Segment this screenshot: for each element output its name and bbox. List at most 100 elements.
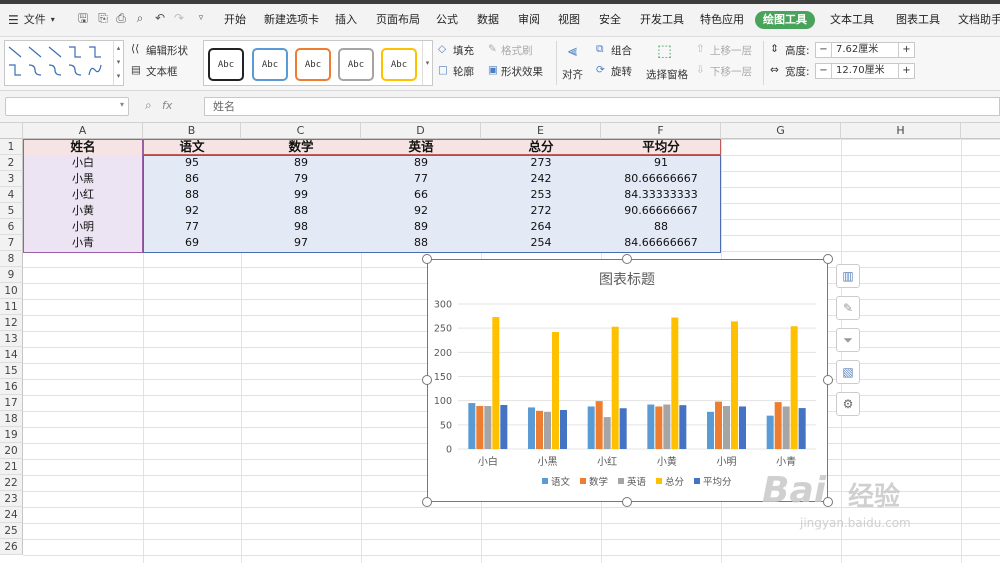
table-cell[interactable]: 242	[481, 171, 601, 187]
row-header[interactable]: 10	[0, 283, 23, 299]
table-cell[interactable]: 264	[481, 219, 601, 235]
tab-security[interactable]: 安全	[599, 11, 621, 29]
height-spinner[interactable]: − 7.62厘米 +	[815, 42, 915, 58]
column-header-b[interactable]: B	[143, 123, 241, 139]
table-cell[interactable]: 77	[143, 219, 241, 235]
row-header[interactable]: 11	[0, 299, 23, 315]
tab-data[interactable]: 数据	[477, 11, 499, 29]
table-cell[interactable]: 89	[361, 155, 481, 171]
table-cell[interactable]: 91	[601, 155, 721, 171]
header-cell[interactable]: 数学	[241, 139, 361, 155]
chart-type-icon[interactable]: ▧	[836, 360, 860, 384]
edit-shape-button[interactable]: 编辑形状	[146, 43, 188, 58]
row-header[interactable]: 23	[0, 491, 23, 507]
name-box[interactable]: ▾	[5, 97, 129, 116]
tab-text-tools[interactable]: 文本工具	[830, 11, 874, 29]
row-header[interactable]: 24	[0, 507, 23, 523]
column-header-d[interactable]: D	[361, 123, 481, 139]
table-cell[interactable]: 小青	[23, 235, 143, 251]
row-header[interactable]: 8	[0, 251, 23, 267]
style-option-2[interactable]: Abc	[252, 48, 288, 81]
print-preview-icon[interactable]: ⌕	[133, 11, 147, 25]
style-gallery-more[interactable]: ▾	[422, 41, 432, 85]
table-cell[interactable]: 92	[143, 203, 241, 219]
row-header[interactable]: 13	[0, 331, 23, 347]
table-cell[interactable]: 小红	[23, 187, 143, 203]
row-header[interactable]: 12	[0, 315, 23, 331]
table-cell[interactable]: 88	[601, 219, 721, 235]
chart-object[interactable]: 图表标题 0 50 100 150 200 250 300 小白 小黑 小红 小黄 小明 小青 语文 数学 英语…	[427, 259, 828, 502]
height-increase-button[interactable]: +	[898, 43, 914, 57]
tab-drawing-tools[interactable]: 绘图工具	[755, 11, 815, 29]
redo-icon[interactable]: ↷	[172, 11, 186, 25]
row-header[interactable]: 7	[0, 235, 23, 251]
row-header[interactable]: 26	[0, 539, 23, 555]
table-cell[interactable]: 小黑	[23, 171, 143, 187]
width-value[interactable]: 12.70厘米	[832, 64, 898, 78]
header-cell[interactable]: 平均分	[601, 139, 721, 155]
shape-effect-button[interactable]: 形状效果	[501, 64, 543, 79]
row-header[interactable]: 6	[0, 219, 23, 235]
row-header[interactable]: 14	[0, 347, 23, 363]
style-option-1[interactable]: Abc	[208, 48, 244, 81]
print-icon[interactable]: ⎙	[114, 11, 128, 25]
width-spinner[interactable]: − 12.70厘米 +	[815, 63, 915, 79]
table-cell[interactable]: 95	[143, 155, 241, 171]
row-header[interactable]: 25	[0, 523, 23, 539]
table-cell[interactable]: 99	[241, 187, 361, 203]
table-cell[interactable]: 79	[241, 171, 361, 187]
formula-input[interactable]: 姓名	[204, 97, 1000, 116]
table-cell[interactable]: 66	[361, 187, 481, 203]
resize-handle-bottom-left[interactable]	[422, 497, 432, 507]
column-header-e[interactable]: E	[481, 123, 601, 139]
resize-handle-top-left[interactable]	[422, 254, 432, 264]
chart-settings-gear-icon[interactable]: ⚙	[836, 392, 860, 416]
export-icon[interactable]: ⎘	[96, 11, 110, 25]
tab-doc-assistant[interactable]: 文档助手	[958, 11, 1000, 29]
row-header[interactable]: 18	[0, 411, 23, 427]
chart-elements-icon[interactable]: ▥	[836, 264, 860, 288]
row-header[interactable]: 19	[0, 427, 23, 443]
table-cell[interactable]: 97	[241, 235, 361, 251]
table-cell[interactable]: 小明	[23, 219, 143, 235]
row-header[interactable]: 20	[0, 443, 23, 459]
row-header[interactable]: 15	[0, 363, 23, 379]
chart-filter-icon[interactable]: ⏷	[836, 328, 860, 352]
height-value[interactable]: 7.62厘米	[832, 43, 898, 57]
customize-icon[interactable]: ▿	[194, 11, 208, 25]
height-decrease-button[interactable]: −	[816, 43, 832, 57]
column-header-g[interactable]: G	[721, 123, 841, 139]
rotate-button[interactable]: 旋转	[611, 64, 632, 79]
style-option-4[interactable]: Abc	[338, 48, 374, 81]
resize-handle-top[interactable]	[622, 254, 632, 264]
send-backward-button[interactable]: 下移一层	[710, 64, 752, 79]
table-cell[interactable]: 88	[143, 187, 241, 203]
chart-style-brush-icon[interactable]: ✎	[836, 296, 860, 320]
table-cell[interactable]: 89	[241, 155, 361, 171]
fill-button[interactable]: 填充	[453, 43, 474, 58]
shape-gallery[interactable]: ▴ ▾ ▾	[4, 40, 124, 86]
column-header-c[interactable]: C	[241, 123, 361, 139]
table-cell[interactable]: 84.33333333	[601, 187, 721, 203]
row-header[interactable]: 2	[0, 155, 23, 171]
table-cell[interactable]: 86	[143, 171, 241, 187]
width-decrease-button[interactable]: −	[816, 64, 832, 78]
undo-icon[interactable]: ↶	[153, 11, 167, 25]
resize-handle-top-right[interactable]	[823, 254, 833, 264]
resize-handle-bottom[interactable]	[622, 497, 632, 507]
tab-new[interactable]: 新建选项卡	[264, 11, 319, 29]
table-cell[interactable]: 273	[481, 155, 601, 171]
width-increase-button[interactable]: +	[898, 64, 914, 78]
tab-home[interactable]: 开始	[224, 11, 246, 29]
tab-formula[interactable]: 公式	[436, 11, 458, 29]
row-header[interactable]: 9	[0, 267, 23, 283]
table-cell[interactable]: 89	[361, 219, 481, 235]
row-header[interactable]: 17	[0, 395, 23, 411]
tab-features[interactable]: 特色应用	[700, 11, 744, 29]
resize-handle-left[interactable]	[422, 375, 432, 385]
table-cell[interactable]: 92	[361, 203, 481, 219]
save-icon[interactable]: 🖫	[76, 11, 90, 25]
table-cell[interactable]: 90.66666667	[601, 203, 721, 219]
table-cell[interactable]: 88	[361, 235, 481, 251]
zoom-icon[interactable]: ⌕	[145, 98, 152, 113]
